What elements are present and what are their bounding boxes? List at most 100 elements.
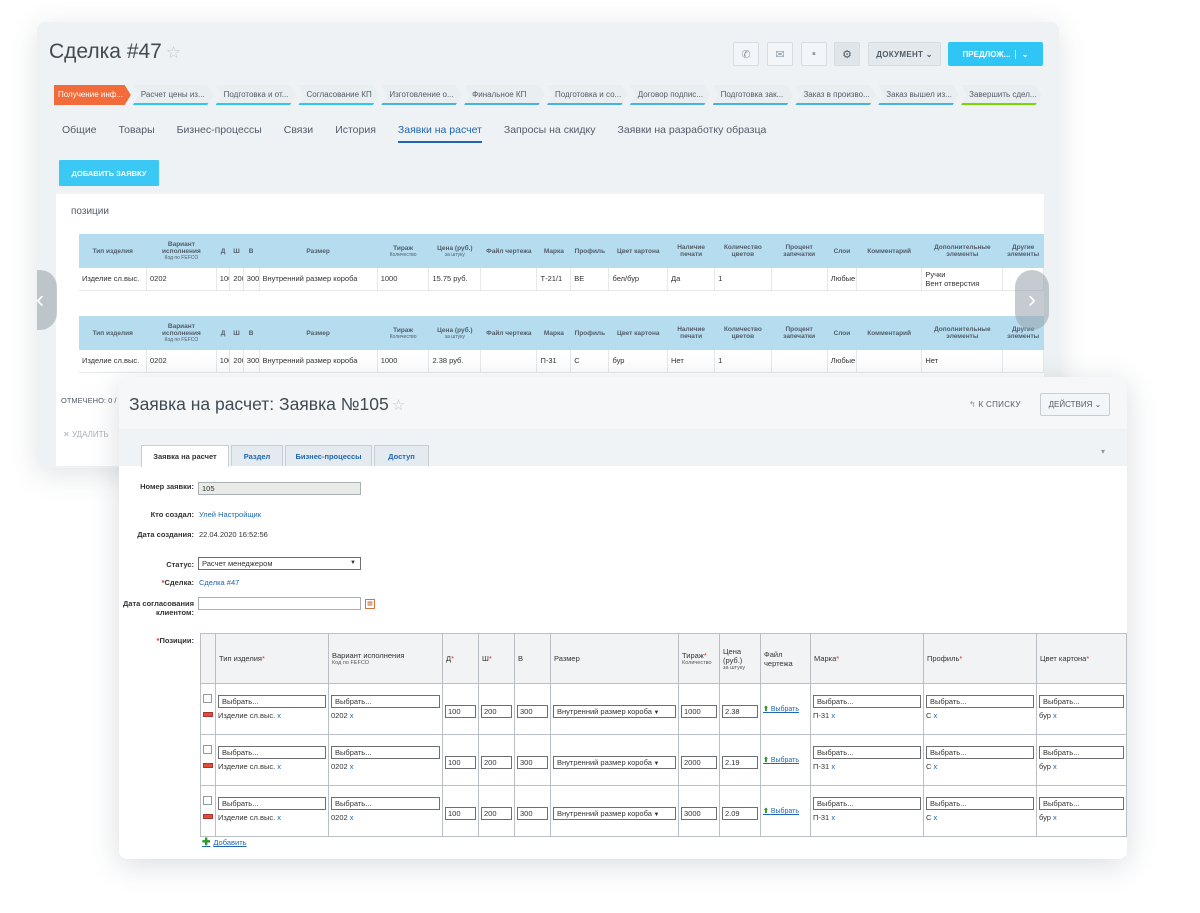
variant-select[interactable]: Выбрать... xyxy=(331,695,440,708)
mail-icon[interactable]: ✉ xyxy=(767,42,793,66)
deal-tab[interactable]: Связи xyxy=(284,124,313,143)
size-select[interactable]: Внутренний размер короба ▼ xyxy=(553,807,676,820)
deal-tab[interactable]: Товары xyxy=(119,124,155,143)
stage-item[interactable]: Подготовка зак... xyxy=(712,85,794,105)
approval-date-input[interactable] xyxy=(198,597,361,610)
stage-item[interactable]: Расчет цены из... xyxy=(132,85,214,105)
document-button[interactable]: ДОКУМЕНТ ⌄ xyxy=(868,42,941,66)
stage-item[interactable]: Финальное КП xyxy=(464,85,545,105)
tirazh-input[interactable]: 3000 xyxy=(681,807,717,820)
table-row[interactable]: Изделие сл.выс.0202100200300Внутренний р… xyxy=(79,350,1044,373)
remove-x-icon[interactable]: x xyxy=(829,711,835,720)
stage-item[interactable]: Завершить сдел... xyxy=(961,85,1042,105)
collapse-icon[interactable]: ▾ xyxy=(1101,447,1105,456)
dim-d-input[interactable]: 100 xyxy=(445,705,476,718)
star-icon[interactable]: ☆ xyxy=(166,43,181,62)
calendar-icon[interactable]: ▦ xyxy=(365,599,375,609)
creator-link[interactable]: Улей Настройщик xyxy=(199,510,261,519)
remove-x-icon[interactable]: x xyxy=(348,813,354,822)
tab-access[interactable]: Доступ xyxy=(374,445,429,466)
product-type-select[interactable]: Выбрать... xyxy=(218,746,326,759)
gear-icon[interactable]: ⚙ xyxy=(834,42,860,66)
status-select[interactable]: Расчет менеджером ▼ xyxy=(198,557,361,570)
dim-h-input[interactable]: 300 xyxy=(517,756,548,769)
file-select-link[interactable]: ⬆ Выбрать xyxy=(763,807,808,815)
tab-request[interactable]: Заявка на расчет xyxy=(141,445,229,467)
carton-color-select[interactable]: Выбрать... xyxy=(1039,797,1124,810)
profile-select[interactable]: Выбрать... xyxy=(926,695,1034,708)
carton-color-select[interactable]: Выбрать... xyxy=(1039,695,1124,708)
delete-button[interactable]: ✕ УДАЛИТЬ xyxy=(63,430,109,439)
price-input[interactable]: 2.38 xyxy=(722,705,758,718)
table-row[interactable]: Изделие сл.выс.0202100200300Внутренний р… xyxy=(79,268,1044,291)
file-select-link[interactable]: ⬆ Выбрать xyxy=(763,756,808,764)
carton-color-select[interactable]: Выбрать... xyxy=(1039,746,1124,759)
dim-w-input[interactable]: 200 xyxy=(481,756,512,769)
dim-w-input[interactable]: 200 xyxy=(481,807,512,820)
product-type-select[interactable]: Выбрать... xyxy=(218,797,326,810)
stage-item[interactable]: Получение инф... xyxy=(54,85,131,105)
chevron-right-icon[interactable]: › xyxy=(1015,270,1049,330)
brand-select[interactable]: Выбрать... xyxy=(813,746,921,759)
dim-d-input[interactable]: 100 xyxy=(445,807,476,820)
remove-x-icon[interactable]: x xyxy=(275,813,281,822)
remove-x-icon[interactable]: x xyxy=(931,762,938,771)
stage-item[interactable]: Заказ вышел из... xyxy=(878,85,960,105)
file-select-link[interactable]: ⬆ Выбрать xyxy=(763,705,808,713)
remove-x-icon[interactable]: x xyxy=(931,711,938,720)
delete-icon[interactable] xyxy=(203,763,213,768)
tirazh-input[interactable]: 2000 xyxy=(681,756,717,769)
phone-icon[interactable]: ✆ xyxy=(733,42,759,66)
remove-x-icon[interactable]: x xyxy=(275,711,281,720)
stage-item[interactable]: Договор подпис... xyxy=(629,85,711,105)
stage-item[interactable]: Согласование КП xyxy=(298,85,380,105)
to-list-link[interactable]: ↰ К СПИСКУ xyxy=(969,400,1021,409)
add-request-button[interactable]: ДОБАВИТЬ ЗАЯВКУ xyxy=(59,160,159,186)
deal-tab[interactable]: Запросы на скидку xyxy=(504,124,596,143)
remove-x-icon[interactable]: x xyxy=(1051,813,1057,822)
proposal-button[interactable]: ПРЕДЛОЖ... ⌄ xyxy=(948,42,1043,66)
deal-tab[interactable]: Общие xyxy=(62,124,97,143)
remove-x-icon[interactable]: x xyxy=(1051,711,1057,720)
price-input[interactable]: 2.09 xyxy=(722,807,758,820)
chevron-down-icon[interactable]: ⌄ xyxy=(1014,49,1028,59)
dim-w-input[interactable]: 200 xyxy=(481,705,512,718)
star-icon[interactable]: ☆ xyxy=(392,397,405,414)
dim-h-input[interactable]: 300 xyxy=(517,807,548,820)
add-position-link[interactable]: ✚ Добавить xyxy=(202,837,247,848)
copy-icon[interactable] xyxy=(203,694,212,703)
size-select[interactable]: Внутренний размер короба ▼ xyxy=(553,705,676,718)
size-select[interactable]: Внутренний размер короба ▼ xyxy=(553,756,676,769)
tab-business-processes[interactable]: Бизнес-процессы xyxy=(285,445,372,466)
remove-x-icon[interactable]: x xyxy=(829,762,835,771)
remove-x-icon[interactable]: x xyxy=(829,813,835,822)
variant-select[interactable]: Выбрать... xyxy=(331,746,440,759)
deal-tab[interactable]: Заявки на разработку образца xyxy=(618,124,767,143)
tab-section[interactable]: Раздел xyxy=(231,445,283,466)
brand-select[interactable]: Выбрать... xyxy=(813,695,921,708)
stage-item[interactable]: Заказ в произво... xyxy=(795,85,877,105)
dim-h-input[interactable]: 300 xyxy=(517,705,548,718)
stage-item[interactable]: Подготовка и со... xyxy=(546,85,628,105)
variant-select[interactable]: Выбрать... xyxy=(331,797,440,810)
profile-select[interactable]: Выбрать... xyxy=(926,797,1034,810)
deal-tab[interactable]: Заявки на расчет xyxy=(397,124,482,143)
stage-item[interactable]: Подготовка и от... xyxy=(215,85,297,105)
actions-button[interactable]: ДЕЙСТВИЯ ⌄ xyxy=(1040,393,1110,416)
remove-x-icon[interactable]: x xyxy=(931,813,938,822)
deal-tab[interactable]: История xyxy=(335,124,376,143)
remove-x-icon[interactable]: x xyxy=(348,711,354,720)
brand-select[interactable]: Выбрать... xyxy=(813,797,921,810)
product-type-select[interactable]: Выбрать... xyxy=(218,695,326,708)
delete-icon[interactable] xyxy=(203,814,213,819)
tirazh-input[interactable]: 1000 xyxy=(681,705,717,718)
stage-item[interactable]: Изготовление о... xyxy=(381,85,463,105)
deal-link[interactable]: Сделка #47 xyxy=(199,578,239,587)
dim-d-input[interactable]: 100 xyxy=(445,756,476,769)
price-input[interactable]: 2.19 xyxy=(722,756,758,769)
delete-icon[interactable] xyxy=(203,712,213,717)
deal-tab[interactable]: Бизнес-процессы xyxy=(177,124,262,143)
chevron-left-icon[interactable]: ‹ xyxy=(37,270,57,330)
chat-icon[interactable]: ▪ xyxy=(801,42,827,66)
profile-select[interactable]: Выбрать... xyxy=(926,746,1034,759)
